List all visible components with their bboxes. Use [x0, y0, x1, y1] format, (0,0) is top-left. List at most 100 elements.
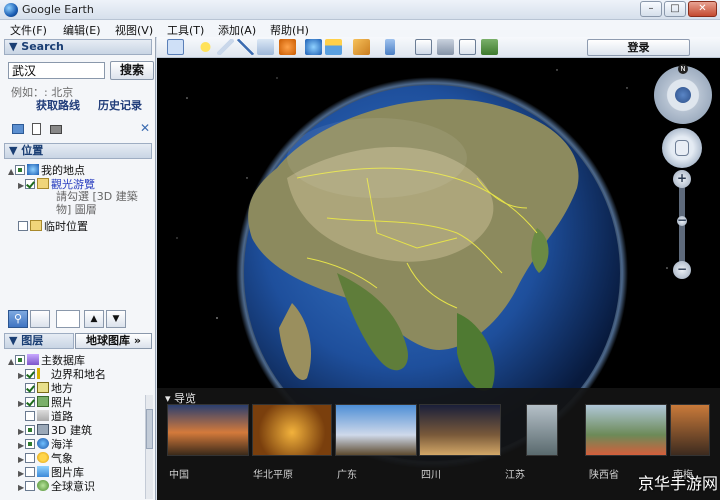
checkbox[interactable]: [18, 221, 28, 231]
tour-thumbnail[interactable]: [526, 404, 558, 456]
copy-icon[interactable]: [32, 123, 41, 135]
north-indicator-icon[interactable]: N: [678, 64, 688, 74]
title-bar: Google Earth – □ ✕: [0, 0, 720, 20]
zoom-slider-thumb[interactable]: −: [677, 214, 687, 226]
placemark-icon[interactable]: [197, 39, 214, 55]
layers-scrollbar[interactable]: [145, 395, 153, 499]
search-places-icon[interactable]: ⚲: [8, 310, 28, 328]
checkbox[interactable]: [25, 467, 35, 477]
place-marker-icon: [37, 382, 49, 393]
road-icon: [37, 410, 49, 421]
gallery-icon: [37, 466, 49, 477]
menu-edit[interactable]: 编辑(E): [63, 22, 101, 38]
move-joystick[interactable]: [662, 128, 702, 168]
tour-thumbnail[interactable]: [585, 404, 667, 456]
maximize-button[interactable]: □: [664, 1, 686, 17]
places-bottom-toolbar: ⚲ ▲ ▼: [8, 310, 150, 328]
zoom-in-icon[interactable]: +: [673, 170, 691, 188]
tour-thumbnail[interactable]: [670, 404, 710, 456]
folder-icon: [30, 220, 42, 231]
menu-add[interactable]: 添加(A): [218, 22, 256, 38]
record-tour-icon[interactable]: [279, 39, 296, 55]
tour-thumbnail[interactable]: [419, 404, 501, 456]
photo-icon: [37, 396, 49, 407]
menu-file[interactable]: 文件(F): [10, 22, 47, 38]
checkbox[interactable]: [25, 439, 35, 449]
layers-panel-title: 图层: [21, 334, 44, 347]
places-item-description: 請勾選 [3D 建築物] 圖層: [56, 190, 138, 216]
tour-thumbnail[interactable]: [335, 404, 417, 456]
weather-sun-icon: [37, 452, 49, 463]
places-item-temporary[interactable]: 临时位置: [18, 218, 88, 234]
ruler-icon[interactable]: [385, 39, 395, 55]
places-tool-row: ✕: [10, 121, 150, 137]
sunlight-icon[interactable]: [325, 39, 342, 55]
checkbox[interactable]: [25, 397, 35, 407]
save-image-icon[interactable]: [459, 39, 476, 55]
checkbox[interactable]: [25, 453, 35, 463]
checkbox[interactable]: [25, 179, 35, 189]
history-link[interactable]: 历史记录: [98, 97, 142, 113]
tour-label: 华北平原: [253, 470, 293, 481]
menu-tools[interactable]: 工具(T): [167, 22, 204, 38]
places-panel-title: 位置: [21, 144, 44, 157]
layers-panel-header[interactable]: ▼ 图层: [4, 333, 74, 349]
add-folder-icon[interactable]: [12, 124, 24, 134]
tree-label: 全球意识: [51, 480, 95, 493]
tour-label: 广东: [337, 470, 357, 481]
sidebar-toggle-icon[interactable]: [167, 39, 184, 55]
checkbox[interactable]: [25, 411, 35, 421]
checkbox[interactable]: [15, 165, 25, 175]
checkbox[interactable]: [25, 481, 35, 491]
database-icon: [27, 354, 39, 365]
checkbox[interactable]: [25, 383, 35, 393]
tour-label: 中国: [169, 470, 189, 481]
menu-help[interactable]: 帮助(H): [270, 22, 309, 38]
global-awareness-icon: [37, 480, 49, 491]
flag-icon: [37, 368, 49, 379]
scrollbar-thumb[interactable]: [146, 409, 153, 449]
get-directions-link[interactable]: 获取路线: [36, 97, 80, 113]
tree-label: 临时位置: [44, 220, 88, 233]
window-title: Google Earth: [22, 3, 94, 16]
search-panel-header[interactable]: ▼ Search: [4, 39, 152, 55]
earth-gallery-button[interactable]: 地球图库 »: [75, 333, 152, 349]
minimize-button[interactable]: –: [640, 1, 662, 17]
zoom-out-icon[interactable]: −: [673, 261, 691, 279]
look-joystick[interactable]: N: [654, 64, 712, 124]
close-window-button[interactable]: ✕: [688, 1, 717, 17]
tour-thumbnail[interactable]: [252, 404, 332, 456]
places-filter-field[interactable]: [56, 310, 80, 328]
tour-label: 陕西省: [589, 470, 619, 481]
path-icon[interactable]: [237, 39, 254, 55]
hand-icon: [675, 140, 689, 156]
view-in-maps-icon[interactable]: [481, 39, 498, 55]
polygon-icon[interactable]: [217, 39, 234, 55]
layer-item[interactable]: ▶ 全球意识: [18, 478, 95, 494]
checkbox[interactable]: [25, 425, 35, 435]
folder-icon: [37, 178, 49, 189]
historical-imagery-icon[interactable]: [305, 39, 322, 55]
print-toolbar-icon[interactable]: [437, 39, 454, 55]
email-icon[interactable]: [415, 39, 432, 55]
planets-icon[interactable]: [353, 39, 370, 55]
menu-bar: 文件(F) 编辑(E) 视图(V) 工具(T) 添加(A) 帮助(H): [0, 20, 720, 38]
search-button[interactable]: 搜索: [110, 61, 154, 80]
move-down-icon[interactable]: ▼: [106, 310, 126, 328]
checkbox[interactable]: [25, 369, 35, 379]
checkbox[interactable]: [15, 355, 25, 365]
earth-3d-view[interactable]: N + − − ▾ 导览 中国 华北平原 广东 四川 江苏 陕西省 南梅: [157, 58, 720, 500]
print-icon[interactable]: [50, 125, 62, 134]
login-button[interactable]: 登录: [587, 39, 690, 56]
search-input[interactable]: [8, 62, 105, 79]
tour-thumbnail[interactable]: [167, 404, 249, 456]
move-up-icon[interactable]: ▲: [84, 310, 104, 328]
tour-label: 江苏: [505, 470, 525, 481]
building-icon: [37, 424, 49, 435]
split-view-icon[interactable]: [30, 310, 50, 328]
places-panel-header[interactable]: ▼ 位置: [4, 143, 152, 159]
watermark-logo: 京华手游网: [638, 474, 719, 493]
image-overlay-icon[interactable]: [257, 39, 274, 55]
close-icon[interactable]: ✕: [140, 121, 150, 135]
menu-view[interactable]: 视图(V): [115, 22, 153, 38]
